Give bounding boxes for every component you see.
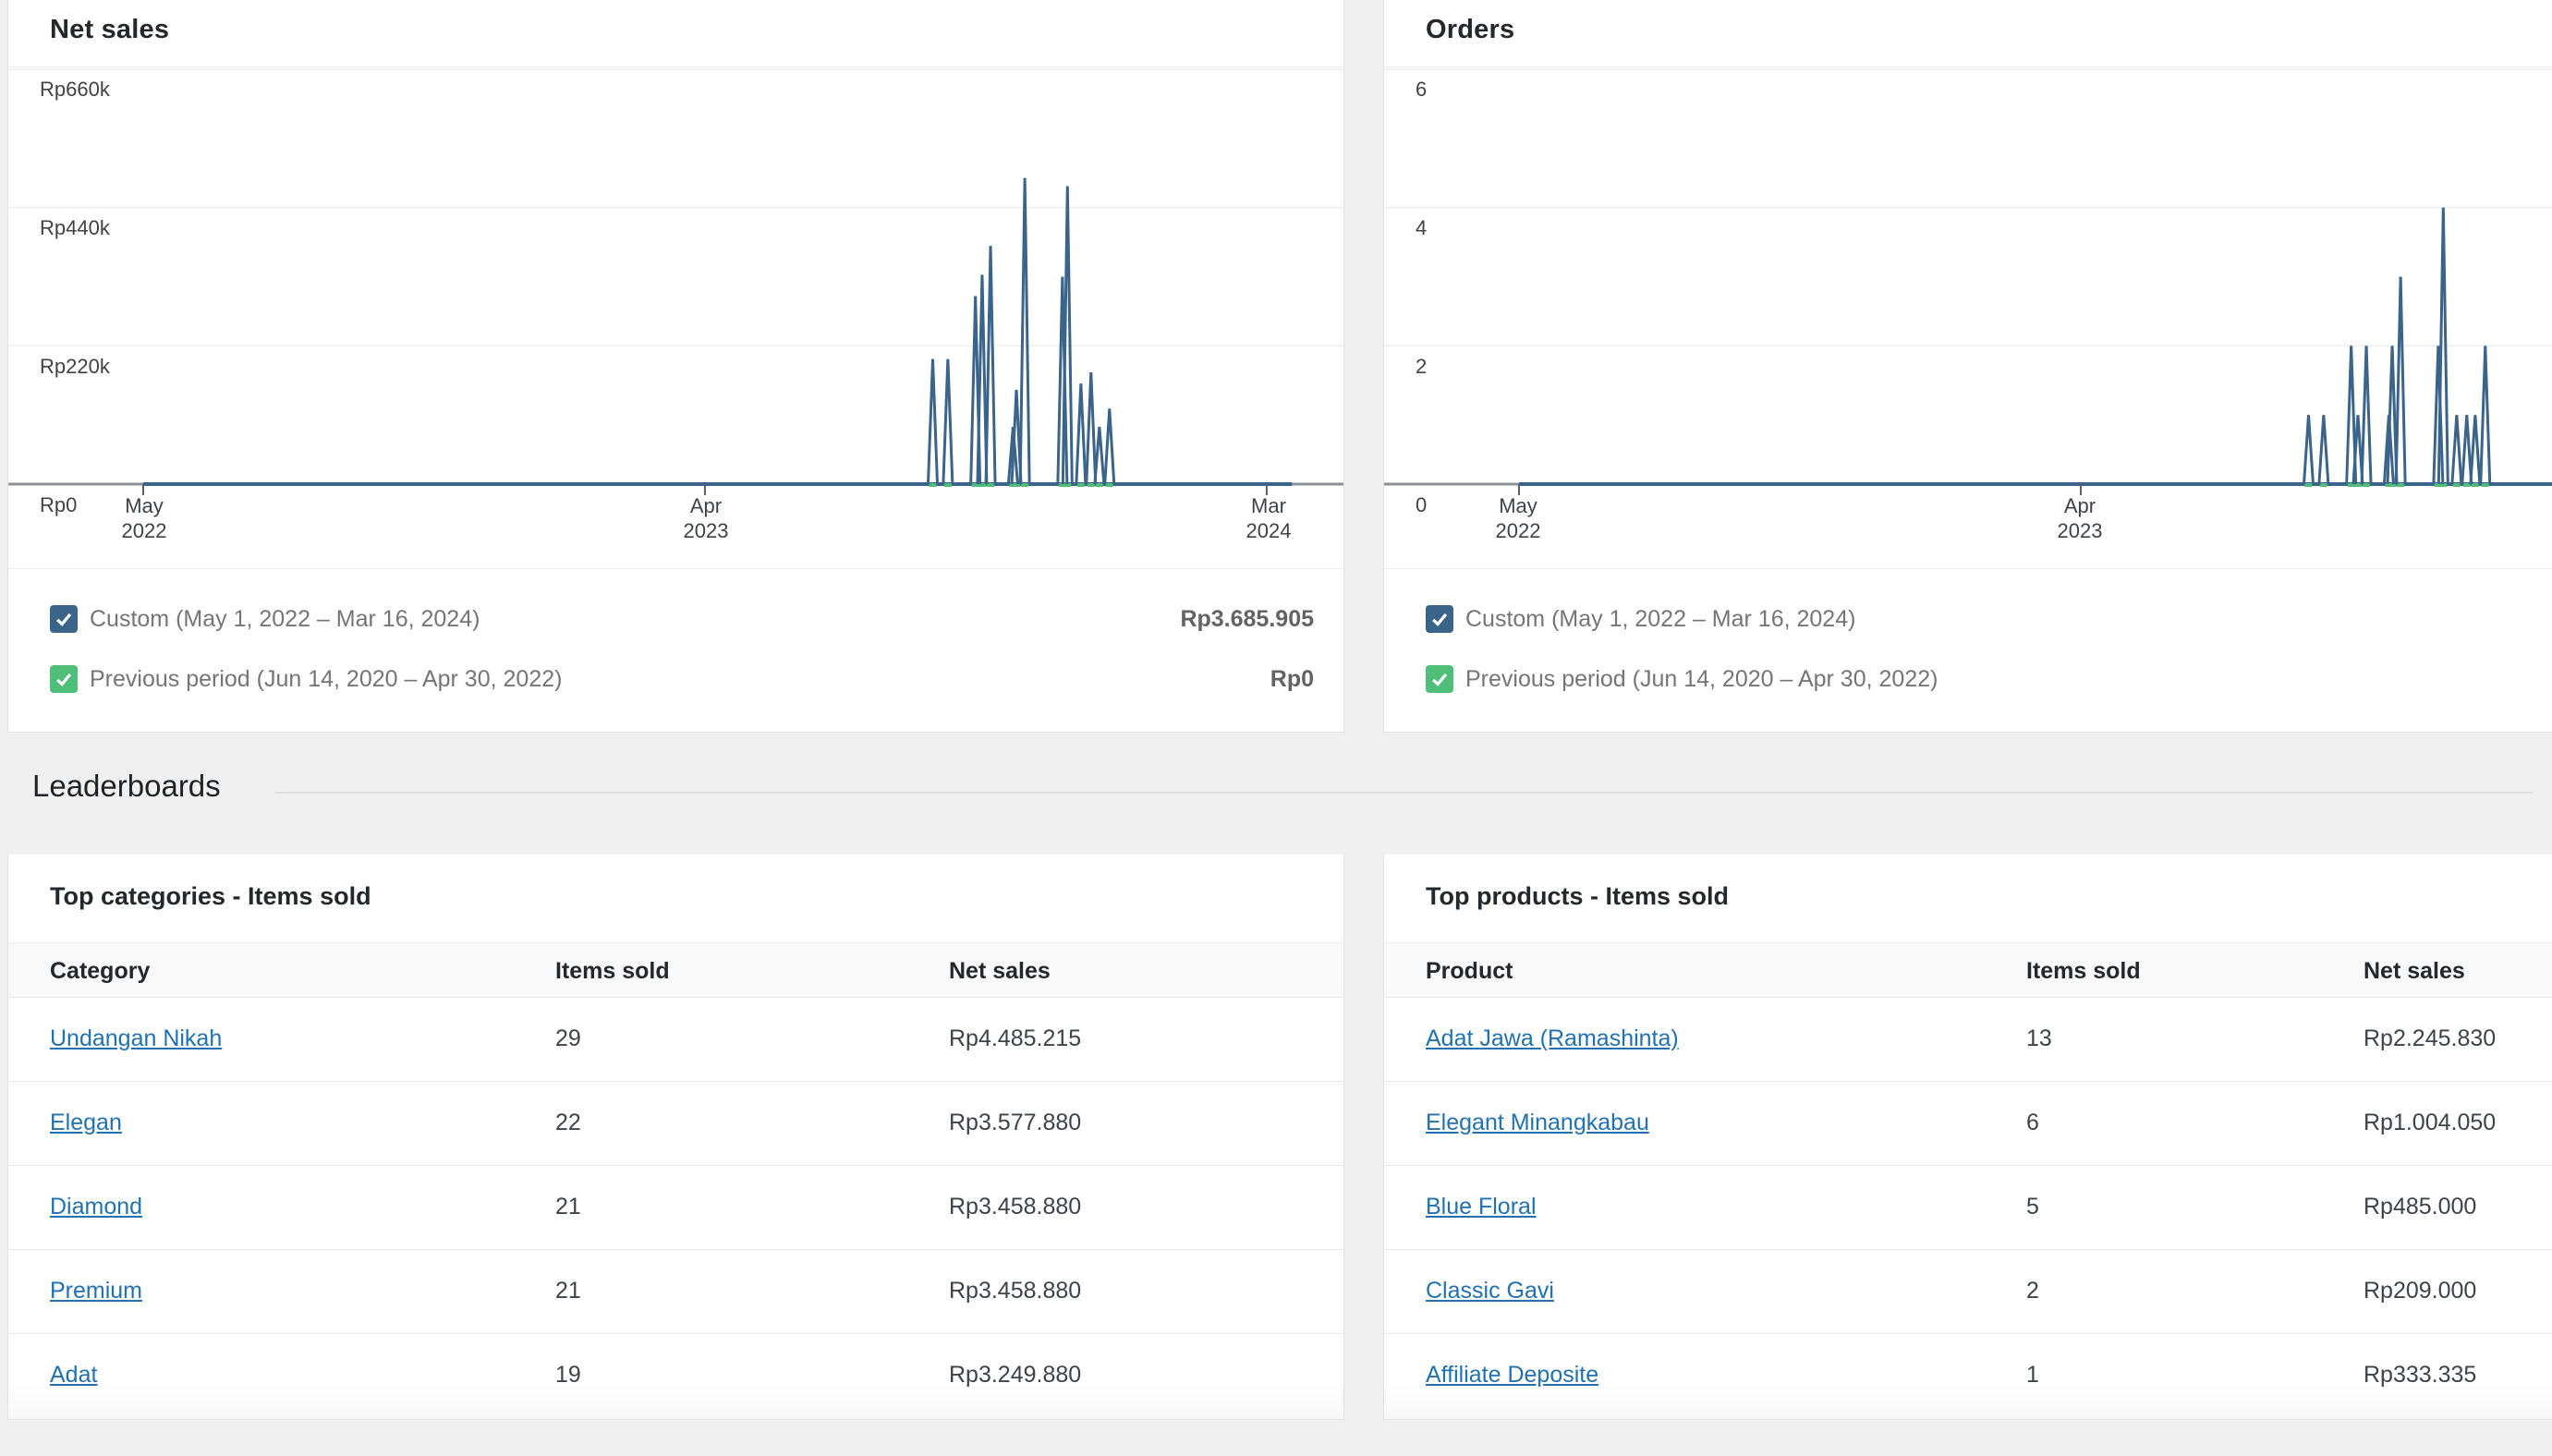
net-sales-title: Net sales — [50, 15, 169, 45]
table-row: Diamond 21 Rp3.458.880 — [8, 1166, 1343, 1250]
product-link[interactable]: Elegant Minangkabau — [1426, 1109, 1649, 1136]
leaderboards-heading: Leaderboards — [32, 769, 221, 804]
column-header-net-sales: Net sales — [949, 957, 1051, 985]
legend-row-current-period[interactable]: Custom (May 1, 2022 – Mar 16, 2024) — [1426, 596, 2552, 642]
legend-label: Previous period (Jun 14, 2020 – Apr 30, … — [90, 665, 562, 693]
y-axis-label: Rp220k — [40, 355, 110, 379]
x-axis-label: Apr2023 — [641, 493, 771, 543]
leaderboards-section-header: Leaderboards — [32, 769, 2534, 817]
current-period-checkbox[interactable] — [1426, 605, 1453, 633]
legend-row-previous-period[interactable]: Previous period (Jun 14, 2020 – Apr 30, … — [50, 656, 1314, 702]
items-sold-value: 29 — [555, 1025, 581, 1052]
net-sales-value: Rp3.458.880 — [949, 1193, 1081, 1220]
category-link[interactable]: Undangan Nikah — [50, 1025, 222, 1052]
net-sales-value: Rp485.000 — [2364, 1193, 2476, 1220]
category-link[interactable]: Diamond — [50, 1193, 142, 1220]
previous-period-checkbox[interactable] — [50, 665, 78, 693]
y-axis-label: Rp440k — [40, 216, 110, 240]
table-row: Affiliate Deposite 1 Rp333.335 — [1384, 1334, 2552, 1418]
items-sold-value: 21 — [555, 1277, 581, 1304]
analytics-dashboard: { "theme": { "primary_blue": "#3b648a", … — [0, 0, 2552, 1456]
orders-card: Orders 6 4 2 0 May2022 Apr2023 Custom (M… — [1383, 0, 2552, 733]
table-row: Adat Jawa (Ramashinta) 13 Rp2.245.830 — [1384, 998, 2552, 1082]
y-axis-label: 2 — [1416, 355, 1427, 379]
net-sales-value: Rp4.485.215 — [949, 1025, 1081, 1052]
product-link[interactable]: Affiliate Deposite — [1426, 1361, 1598, 1389]
column-header-net-sales: Net sales — [2364, 957, 2465, 985]
y-axis-label: Rp0 — [40, 493, 77, 517]
table-row: Blue Floral 5 Rp485.000 — [1384, 1166, 2552, 1250]
divider — [274, 792, 2534, 794]
y-axis-label: 0 — [1416, 493, 1427, 517]
x-axis-label: May2022 — [1453, 493, 1583, 543]
divider — [8, 568, 1343, 569]
checkmark-icon — [1429, 609, 1450, 629]
checkmark-icon — [1429, 669, 1450, 689]
column-header-items-sold: Items sold — [555, 957, 670, 985]
legend-label: Previous period (Jun 14, 2020 – Apr 30, … — [1465, 665, 1938, 693]
items-sold-value: 6 — [2026, 1109, 2039, 1136]
items-sold-value: 19 — [555, 1361, 581, 1389]
orders-title: Orders — [1426, 15, 1514, 45]
table-row: Premium 21 Rp3.458.880 — [8, 1250, 1343, 1334]
category-link[interactable]: Elegan — [50, 1109, 122, 1136]
top-categories-title: Top categories - Items sold — [50, 882, 371, 911]
net-sales-value: Rp3.249.880 — [949, 1361, 1081, 1389]
checkmark-icon — [54, 609, 74, 629]
legend-value: Rp0 — [1270, 665, 1314, 693]
net-sales-value: Rp3.458.880 — [949, 1277, 1081, 1304]
net-sales-card-header: Net sales — [8, 0, 1343, 67]
product-link[interactable]: Adat Jawa (Ramashinta) — [1426, 1025, 1679, 1052]
table-row: Elegant Minangkabau 6 Rp1.004.050 — [1384, 1082, 2552, 1166]
product-link[interactable]: Classic Gavi — [1426, 1277, 1554, 1304]
table-row: Classic Gavi 2 Rp209.000 — [1384, 1250, 2552, 1334]
items-sold-value: 5 — [2026, 1193, 2039, 1220]
net-sales-value: Rp1.004.050 — [2364, 1109, 2496, 1136]
top-categories-card: Top categories - Items sold Category Ite… — [7, 855, 1344, 1420]
top-products-title: Top products - Items sold — [1426, 882, 1729, 911]
items-sold-value: 22 — [555, 1109, 581, 1136]
column-header-items-sold: Items sold — [2026, 957, 2141, 985]
x-axis-label: Mar2024 — [1204, 493, 1333, 543]
items-sold-value: 2 — [2026, 1277, 2039, 1304]
table-header-row: Category Items sold Net sales — [8, 942, 1343, 998]
x-axis-label: May2022 — [79, 493, 209, 543]
legend-label: Custom (May 1, 2022 – Mar 16, 2024) — [1465, 605, 1855, 633]
net-sales-value: Rp333.335 — [2364, 1361, 2476, 1389]
column-header-category: Category — [50, 957, 150, 985]
y-axis-label: Rp660k — [40, 78, 110, 102]
table-row: Adat 19 Rp3.249.880 — [8, 1334, 1343, 1418]
category-link[interactable]: Premium — [50, 1277, 142, 1304]
items-sold-value: 13 — [2026, 1025, 2052, 1052]
legend-row-current-period[interactable]: Custom (May 1, 2022 – Mar 16, 2024) Rp3.… — [50, 596, 1314, 642]
current-period-checkbox[interactable] — [50, 605, 78, 633]
legend-label: Custom (May 1, 2022 – Mar 16, 2024) — [90, 605, 480, 633]
net-sales-value: Rp2.245.830 — [2364, 1025, 2496, 1052]
category-link[interactable]: Adat — [50, 1361, 97, 1389]
net-sales-value: Rp3.577.880 — [949, 1109, 1081, 1136]
previous-period-checkbox[interactable] — [1426, 665, 1453, 693]
x-axis-label: Apr2023 — [2015, 493, 2145, 543]
net-sales-card: Net sales Rp660k Rp440k Rp220k Rp0 May20… — [7, 0, 1344, 733]
orders-card-header: Orders — [1384, 0, 2552, 67]
product-link[interactable]: Blue Floral — [1426, 1193, 1537, 1220]
table-row: Elegan 22 Rp3.577.880 — [8, 1082, 1343, 1166]
legend-value: Rp3.685.905 — [1180, 605, 1314, 633]
checkmark-icon — [54, 669, 74, 689]
table-header-row: Product Items sold Net sales — [1384, 942, 2552, 998]
items-sold-value: 1 — [2026, 1361, 2039, 1389]
top-products-card: Top products - Items sold Product Items … — [1383, 855, 2552, 1420]
items-sold-value: 21 — [555, 1193, 581, 1220]
legend-row-previous-period[interactable]: Previous period (Jun 14, 2020 – Apr 30, … — [1426, 656, 2552, 702]
divider — [1384, 568, 2552, 569]
y-axis-label: 6 — [1416, 78, 1427, 102]
column-header-product: Product — [1426, 957, 1513, 985]
net-sales-value: Rp209.000 — [2364, 1277, 2476, 1304]
table-row: Undangan Nikah 29 Rp4.485.215 — [8, 998, 1343, 1082]
y-axis-label: 4 — [1416, 216, 1427, 240]
